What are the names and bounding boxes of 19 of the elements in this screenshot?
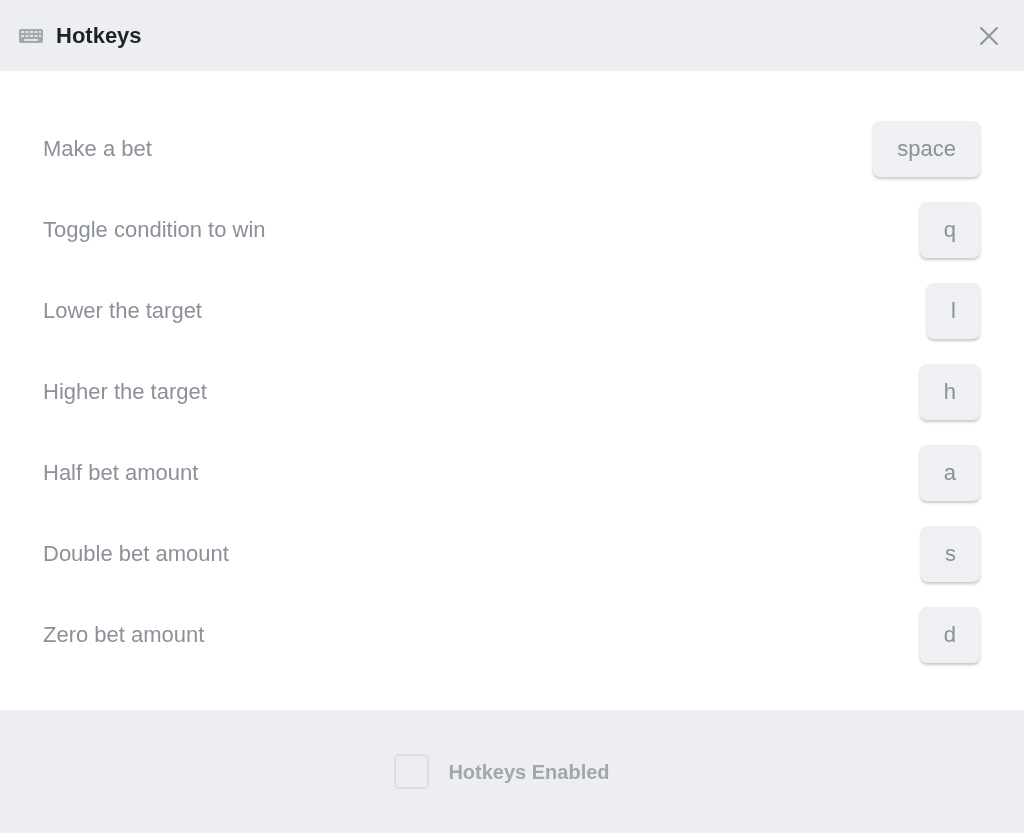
close-button[interactable] [978,24,1000,47]
key-cap: l [927,282,980,339]
keyboard-icon [19,28,43,43]
dialog-title: Hotkeys [56,22,142,50]
hotkey-action: Higher the target [43,378,207,406]
hotkey-action: Lower the target [43,297,202,325]
hotkey-action: Double bet amount [43,540,229,568]
hotkey-action: Half bet amount [43,459,199,487]
hotkey-action: Toggle condition to win [43,216,266,244]
hotkey-action: Zero bet amount [43,621,205,649]
checkbox-label: Hotkeys Enabled [448,759,610,785]
key-cap: q [919,201,980,258]
key-cap: h [919,363,980,420]
hotkey-action: Make a bet [43,135,152,163]
key-cap: space [873,120,980,177]
key-cap: d [919,606,980,663]
key-cap: s [921,525,980,582]
key-cap: a [919,444,980,501]
close-icon [980,26,998,45]
